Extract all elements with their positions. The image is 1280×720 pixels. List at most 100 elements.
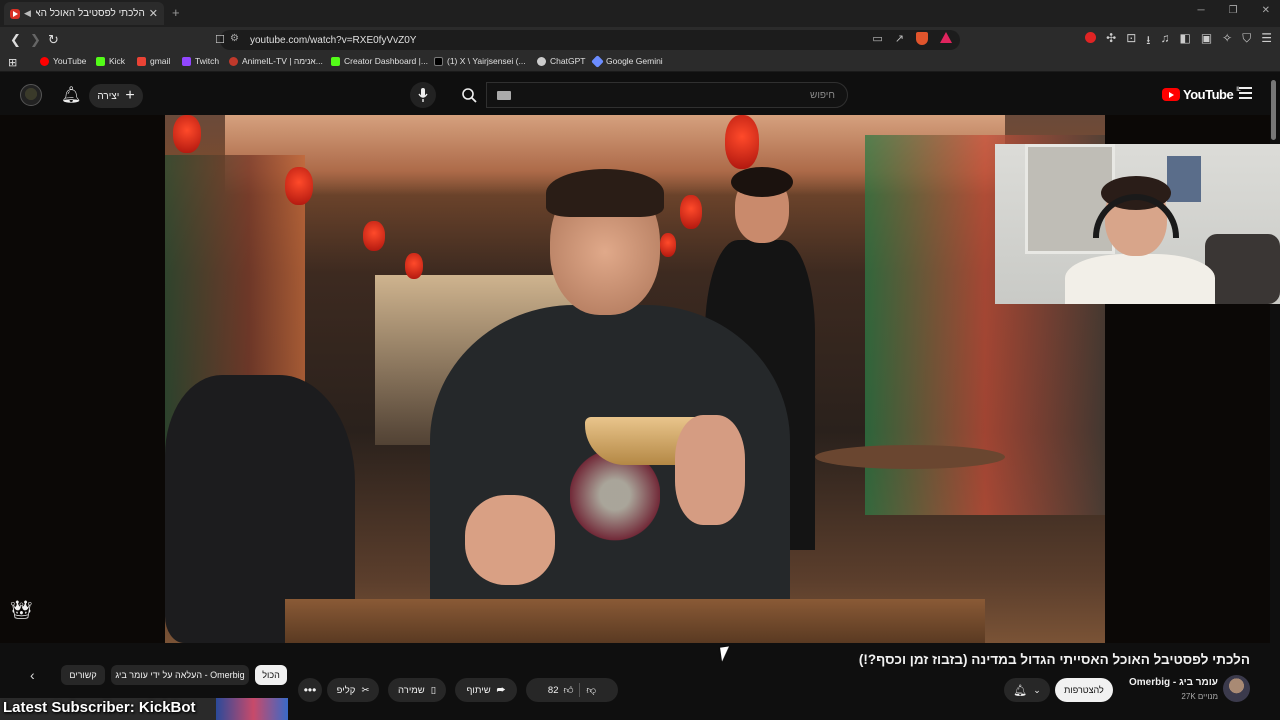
- divider: [579, 683, 581, 697]
- thumbs-up-icon: 👍︎: [563, 685, 574, 696]
- channel-avatar[interactable]: [1223, 675, 1250, 702]
- wallet-icon[interactable]: ▣: [1201, 31, 1212, 52]
- clip-button[interactable]: קליפ ✂: [327, 678, 379, 702]
- site-settings-icon[interactable]: ⚙: [230, 33, 239, 44]
- create-button[interactable]: יצירה +: [89, 84, 143, 108]
- twitch-icon: [182, 56, 191, 66]
- youtube-play-icon: [1162, 88, 1180, 101]
- more-actions-button[interactable]: •••: [298, 678, 322, 702]
- scissors-icon: ✂: [361, 684, 370, 696]
- bookmark-x[interactable]: (1) X \ Yairjsensei (...: [434, 56, 526, 66]
- maximize-icon[interactable]: ❐: [1229, 5, 1238, 16]
- latest-subscriber-overlay: Latest Subscriber: KickBot: [3, 699, 196, 716]
- voice-search-icon[interactable]: [410, 82, 436, 108]
- gemini-icon: [591, 54, 604, 68]
- youtube-logo[interactable]: YouTube IL: [1162, 87, 1241, 102]
- close-tab-icon[interactable]: ✕: [149, 7, 158, 20]
- webcam-streamer: [1065, 176, 1215, 304]
- browser-nav-bar: ❮ ❯ ↻ ☐ ⚙ youtube.com/watch?v=RXE0fyVvZ0…: [0, 27, 1280, 53]
- minimize-icon[interactable]: ─: [1198, 5, 1205, 16]
- notifications-bell-icon[interactable]: 🔔︎: [61, 85, 81, 105]
- bookmark-gmail[interactable]: gmail: [137, 56, 170, 66]
- address-bar[interactable]: ☐ ⚙ youtube.com/watch?v=RXE0fyVvZ0Y ▭ ↗: [215, 30, 960, 50]
- cast-icon[interactable]: ▭: [872, 32, 882, 45]
- bookmark-kick[interactable]: Kick: [96, 56, 125, 66]
- forward-icon[interactable]: ❯: [30, 32, 41, 48]
- create-label: יצירה: [97, 90, 120, 102]
- video-frame[interactable]: [165, 115, 1105, 643]
- extension-icon[interactable]: ✣: [1106, 31, 1116, 52]
- join-button[interactable]: להצטרפות: [1055, 678, 1113, 702]
- chip-all[interactable]: הכול: [255, 665, 287, 685]
- red-lantern: [173, 115, 201, 153]
- youtube-logo-text: YouTube: [1183, 87, 1234, 102]
- chevron-left-icon[interactable]: ‹: [30, 667, 35, 683]
- speaker-icon[interactable]: ◀: [24, 8, 31, 19]
- thumbs-down-icon: 👎︎: [586, 685, 597, 696]
- plus-icon: +: [125, 87, 135, 104]
- hamburger-menu-icon[interactable]: [1239, 87, 1252, 102]
- like-button[interactable]: 82 👍︎: [548, 684, 574, 697]
- notification-preferences-button[interactable]: 🔔︎ ⌄: [1004, 678, 1050, 702]
- bell-icon: 🔔︎: [1013, 684, 1028, 697]
- bookmark-youtube[interactable]: YouTube: [40, 56, 86, 66]
- share-label: שיתוף: [466, 684, 491, 696]
- bookmark-twitch[interactable]: Twitch: [182, 56, 219, 66]
- youtube-favicon-icon: [10, 8, 20, 19]
- leo-ai-icon[interactable]: ✧: [1222, 31, 1232, 52]
- search-button[interactable]: [452, 82, 486, 108]
- bookmark-animeil[interactable]: AnimeIL-TV | אנימה...: [229, 56, 323, 66]
- page-scrollbar[interactable]: [1271, 80, 1276, 140]
- brave-rewards-icon[interactable]: [940, 32, 952, 43]
- red-lantern: [725, 115, 759, 169]
- bookmark-gemini[interactable]: Google Gemini: [591, 54, 663, 68]
- gmail-icon: [137, 56, 146, 66]
- brave-shield-icon[interactable]: [916, 32, 928, 45]
- video-scene-table: [285, 599, 985, 643]
- webcam-chair: [1205, 234, 1280, 304]
- channel-name[interactable]: עומר ביג - Omerbig: [1100, 677, 1218, 688]
- video-scene-side-table: [815, 445, 1005, 469]
- account-avatar[interactable]: [20, 84, 42, 106]
- vpn-icon[interactable]: ⛉: [1242, 31, 1251, 52]
- subscriber-count: 27K מנויים: [1181, 692, 1218, 701]
- download-icon[interactable]: ⭳: [1146, 31, 1150, 52]
- keyboard-icon[interactable]: [497, 91, 511, 100]
- animeil-icon: [229, 56, 238, 66]
- chip-uploaded-by[interactable]: העלאה על ידי עומר ביג - Omerbig: [111, 665, 249, 685]
- dislike-button[interactable]: 👎︎: [586, 684, 596, 696]
- screenshot-icon[interactable]: ⊡: [1126, 31, 1136, 52]
- close-window-icon[interactable]: ✕: [1262, 5, 1270, 16]
- save-button[interactable]: שמירה ▯: [388, 678, 446, 702]
- bookmark-chatgpt[interactable]: ChatGPT: [537, 56, 585, 66]
- url-text[interactable]: youtube.com/watch?v=RXE0fyVvZ0Y: [250, 35, 416, 46]
- bookmark-icon[interactable]: ☐: [215, 33, 225, 46]
- bookmark-creator-dashboard[interactable]: Creator Dashboard |...: [331, 56, 428, 66]
- search-input[interactable]: חיפוש: [486, 82, 848, 108]
- reload-icon[interactable]: ↻: [48, 32, 59, 48]
- save-label: שמירה: [398, 684, 425, 696]
- record-extension-icon[interactable]: [1085, 32, 1097, 43]
- back-icon[interactable]: ❮: [10, 32, 21, 48]
- share-icon: ⮫: [496, 684, 506, 696]
- search-placeholder: חיפוש: [810, 89, 835, 101]
- chevron-down-icon: ⌄: [1033, 684, 1041, 695]
- chip-related[interactable]: קשורים: [61, 665, 105, 685]
- bookmark-save-icon: ▯: [430, 684, 436, 696]
- window-controls: ─ ❐ ✕: [1198, 5, 1270, 16]
- like-dislike-group: 82 👍︎ 👎︎: [526, 678, 618, 702]
- menu-icon[interactable]: ☰: [1261, 31, 1272, 52]
- browser-tab-bar: ◀ הלכתי לפסטיבל האוכל האסיי ✕ + ─ ❐ ✕: [0, 0, 1280, 27]
- apps-grid-icon[interactable]: ⊞: [8, 56, 17, 69]
- media-icon[interactable]: ♫: [1160, 31, 1169, 52]
- video-scene-hand: [675, 415, 745, 525]
- bookmarks-bar: ⊞ YouTube Kick gmail Twitch AnimeIL-TV |…: [0, 53, 1280, 72]
- tab-title: הלכתי לפסטיבל האוכל האסיי: [35, 8, 145, 19]
- youtube-icon: [40, 56, 49, 66]
- new-tab-button[interactable]: +: [172, 5, 180, 20]
- browser-tab[interactable]: ◀ הלכתי לפסטיבל האוכל האסיי ✕: [4, 2, 164, 25]
- sidebar-icon[interactable]: ◧: [1179, 31, 1190, 52]
- share-page-icon[interactable]: ↗: [895, 32, 904, 45]
- x-icon: [434, 56, 443, 66]
- share-button[interactable]: שיתוף ⮫: [455, 678, 517, 702]
